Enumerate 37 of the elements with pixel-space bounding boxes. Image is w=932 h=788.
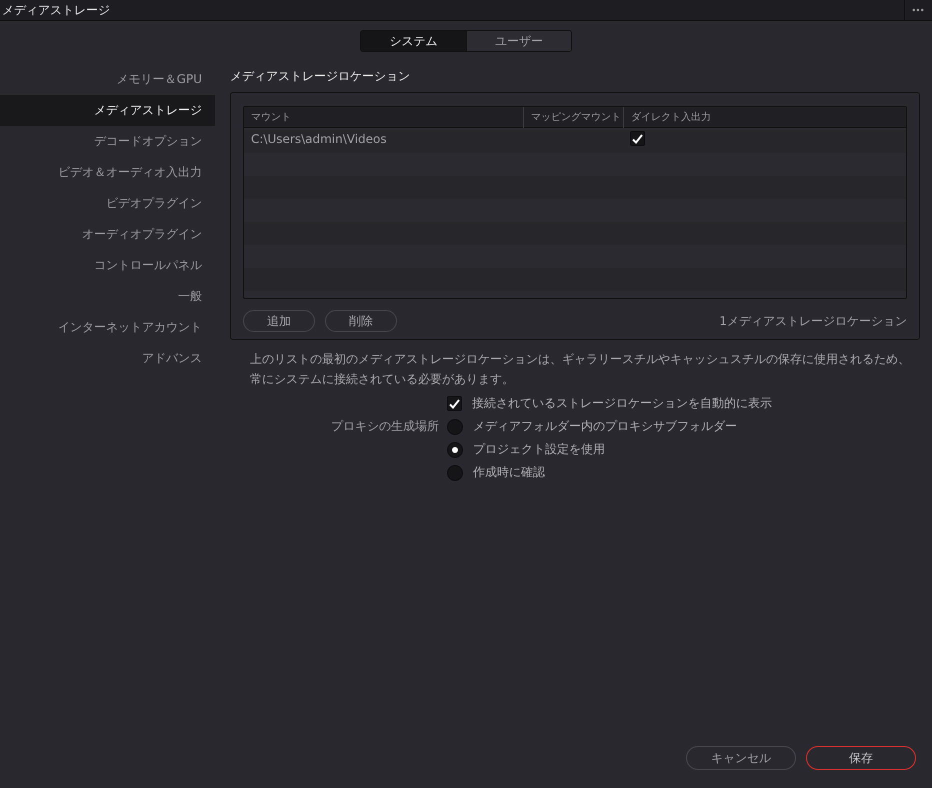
field-label: プロキシの生成場所 xyxy=(330,418,440,435)
sidebar-item[interactable]: コントロールパネル xyxy=(0,250,215,281)
window-title: メディアストレージ xyxy=(1,2,110,18)
column-header: マウント xyxy=(244,107,524,128)
column-header: ダイレクト入出力 xyxy=(630,110,712,125)
location-count: 1メディアストレージロケーション xyxy=(719,312,907,330)
sidebar-item[interactable]: 一般 xyxy=(0,281,215,312)
tab[interactable]: システム xyxy=(361,31,466,51)
column-header: マッピングマウント xyxy=(524,107,624,128)
cancel-button[interactable]: キャンセル xyxy=(686,746,796,770)
radio-label: プロジェクト設定を使用 xyxy=(473,441,605,458)
sidebar-item[interactable]: オーディオプラグイン xyxy=(0,219,215,250)
radio-button[interactable] xyxy=(447,464,463,480)
tab[interactable]: ユーザー xyxy=(466,31,571,51)
checkbox[interactable] xyxy=(447,396,462,411)
save-button[interactable]: 保存 xyxy=(806,746,916,770)
sidebar-item[interactable]: ビデオ＆オーディオ入出力 xyxy=(0,157,215,188)
add-button[interactable]: 追加 xyxy=(243,310,315,332)
section-title: メディアストレージロケーション xyxy=(230,68,411,85)
remove-button[interactable]: 削除 xyxy=(325,310,397,332)
sidebar-item[interactable]: アドバンス xyxy=(0,343,215,374)
radio-button[interactable] xyxy=(447,442,463,458)
checkbox-label: 接続されているストレージロケーションを自動的に表示 xyxy=(472,395,772,412)
checkmark-icon xyxy=(632,134,643,144)
sidebar-item[interactable]: ビデオプラグイン xyxy=(0,188,215,219)
more-menu-button[interactable]: ••• xyxy=(904,0,932,20)
checkmark-icon xyxy=(449,398,460,408)
sidebar-item[interactable]: デコードオプション xyxy=(0,126,215,157)
sidebar-item[interactable]: インターネットアカウント xyxy=(0,312,215,343)
radio-button[interactable] xyxy=(447,418,463,434)
radio-label: メディアフォルダー内のプロキシサブフォルダー xyxy=(473,418,737,435)
sidebar-item[interactable]: メモリー＆GPU xyxy=(0,64,215,95)
radio-label: 作成時に確認 xyxy=(473,464,545,481)
sidebar-item[interactable]: メディアストレージ xyxy=(0,95,215,126)
table-cell-text: C:\Users\admin\Videos xyxy=(250,132,388,146)
note-text: 上のリストの最初のメディアストレージロケーションは、ギャラリースチルやキャッシュスチルの保存に使用されるため、常にシステムに接続されている必要があります。 xyxy=(250,351,911,388)
checkbox[interactable] xyxy=(630,131,645,146)
